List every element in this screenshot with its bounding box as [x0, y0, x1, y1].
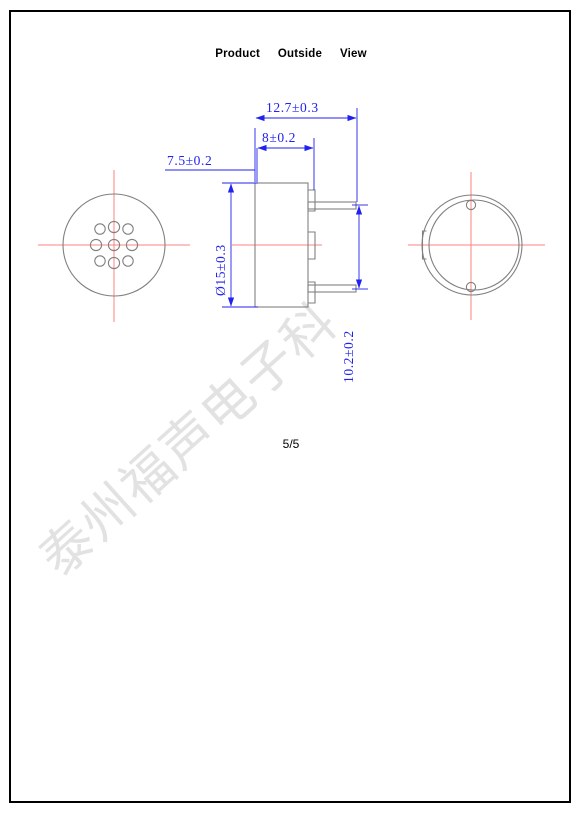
front-view	[38, 170, 190, 322]
dimension-label-front-offset: 7.5±0.2	[167, 153, 212, 168]
dimension-label-body-length: 8±0.2	[262, 130, 296, 145]
front-view-hole	[122, 223, 134, 235]
dimension-label-pin-pitch: 10.2±0.2	[341, 330, 356, 383]
dimension-label-overall-length: 12.7±0.3	[266, 100, 319, 115]
front-view-hole	[94, 255, 106, 267]
rear-view	[408, 172, 545, 320]
dimension-label-body-diameter: Ø15±0.3	[213, 244, 228, 296]
drawing-page: Product Outside View 泰州福声电子科 12.7±0.3 8±…	[0, 0, 582, 815]
front-view-hole	[122, 255, 134, 267]
dimension-pin-pitch: 10.2±0.2	[341, 204, 368, 383]
dimension-body-length: 8±0.2	[256, 130, 315, 190]
page-number: 5/5	[282, 437, 300, 451]
side-view	[232, 182, 357, 308]
dimension-front-offset: 7.5±0.2	[165, 153, 255, 171]
side-view-pin-upper-tab	[308, 189, 316, 212]
front-view-hole	[94, 223, 106, 235]
dimension-overall-length: 12.7±0.3	[254, 100, 358, 202]
technical-drawing: 12.7±0.3 8±0.2 7.5±0.2 Ø15±0.3 10.2±0.2	[38, 100, 545, 383]
dimension-annotations: 12.7±0.3 8±0.2 7.5±0.2 Ø15±0.3 10.2±0.2	[165, 100, 368, 383]
